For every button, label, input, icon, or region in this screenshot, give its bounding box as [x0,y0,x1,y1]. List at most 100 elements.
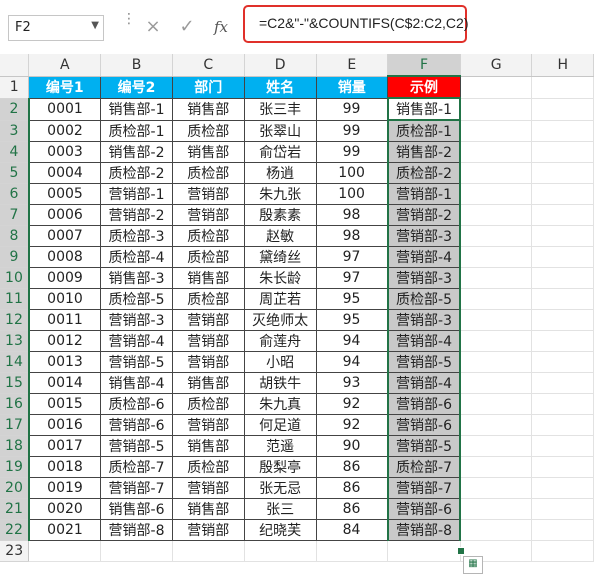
empty-cell[interactable] [460,288,533,310]
data-cell[interactable]: 营销部-6 [100,414,173,436]
empty-cell[interactable] [531,225,594,247]
data-cell[interactable]: 93 [315,372,389,394]
data-cell[interactable]: 销售部 [171,372,245,394]
data-cell[interactable]: 94 [315,330,389,352]
header-cell[interactable]: 姓名 [243,75,317,99]
data-cell[interactable]: 84 [315,519,389,541]
data-cell[interactable]: 质检部 [171,456,245,478]
data-cell[interactable]: 0008 [28,246,102,268]
empty-cell[interactable] [100,540,173,562]
formula-input[interactable]: =C2&"-"&COUNTIFS(C$2:C2,C2) [243,5,468,43]
data-cell[interactable]: 赵敏 [243,225,317,247]
data-cell[interactable]: 97 [315,246,389,268]
empty-cell[interactable] [531,183,594,205]
data-cell[interactable]: 90 [315,435,389,457]
empty-cell[interactable] [460,204,533,226]
header-cell[interactable]: 编号1 [28,75,102,99]
data-cell[interactable]: 100 [315,162,389,184]
data-cell[interactable]: 0019 [28,477,102,499]
empty-cell[interactable] [28,540,102,562]
data-cell[interactable]: 0005 [28,183,102,205]
empty-cell[interactable] [460,267,533,289]
data-cell[interactable]: 95 [315,288,389,310]
empty-cell[interactable] [531,267,594,289]
empty-cell[interactable] [531,498,594,520]
data-cell[interactable]: 周芷若 [243,288,317,310]
formula-cell[interactable]: 营销部-1 [386,183,462,205]
formula-cell[interactable]: 营销部-3 [386,309,462,331]
row-header[interactable]: 9 [0,246,30,268]
formula-cell[interactable]: 营销部-7 [386,477,462,499]
formula-cell[interactable]: 营销部-3 [386,225,462,247]
empty-cell[interactable] [531,414,594,436]
formula-cell[interactable]: 营销部-6 [386,414,462,436]
data-cell[interactable]: 张三丰 [243,97,317,121]
enter-icon[interactable]: ✓ [172,14,202,40]
empty-cell[interactable] [531,435,594,457]
data-cell[interactable]: 92 [315,393,389,415]
data-cell[interactable]: 94 [315,351,389,373]
data-cell[interactable]: 朱九真 [243,393,317,415]
data-cell[interactable]: 质检部-4 [100,246,173,268]
fill-handle[interactable] [457,547,465,555]
row-header[interactable]: 17 [0,414,30,436]
name-box[interactable]: F2 ▼ [8,15,104,41]
formula-cell[interactable]: 质检部-5 [386,288,462,310]
data-cell[interactable]: 98 [315,204,389,226]
data-cell[interactable]: 销售部 [171,435,245,457]
header-cell[interactable]: 部门 [171,75,245,99]
row-header[interactable]: 12 [0,309,30,331]
data-cell[interactable]: 0015 [28,393,102,415]
data-cell[interactable]: 0002 [28,119,102,142]
column-header[interactable]: E [316,54,389,77]
data-cell[interactable]: 销售部-4 [100,372,173,394]
data-cell[interactable]: 殷梨亭 [243,456,317,478]
empty-cell[interactable] [460,414,533,436]
empty-cell[interactable] [387,540,461,562]
data-cell[interactable]: 营销部 [171,519,245,541]
data-cell[interactable]: 质检部 [171,393,245,415]
empty-cell[interactable] [531,76,594,99]
data-cell[interactable]: 97 [315,267,389,289]
data-cell[interactable]: 0006 [28,204,102,226]
formula-cell[interactable]: 营销部-2 [386,204,462,226]
chevron-down-icon[interactable]: ▼ [91,20,99,31]
data-cell[interactable]: 0007 [28,225,102,247]
data-cell[interactable]: 俞岱岩 [243,141,317,163]
empty-cell[interactable] [460,456,533,478]
data-cell[interactable]: 营销部 [171,414,245,436]
row-header[interactable]: 14 [0,351,30,373]
row-header[interactable]: 20 [0,477,30,499]
row-header[interactable]: 15 [0,372,30,394]
data-cell[interactable]: 0009 [28,267,102,289]
data-cell[interactable]: 99 [315,119,389,142]
empty-cell[interactable] [531,98,594,121]
row-header[interactable]: 11 [0,288,30,310]
formula-cell[interactable]: 销售部-1 [386,97,462,121]
data-cell[interactable]: 86 [315,498,389,520]
data-cell[interactable]: 营销部 [171,204,245,226]
data-cell[interactable]: 朱九张 [243,183,317,205]
empty-cell[interactable] [460,330,533,352]
data-cell[interactable]: 小昭 [243,351,317,373]
data-cell[interactable]: 99 [315,141,389,163]
data-cell[interactable]: 0011 [28,309,102,331]
cancel-icon[interactable]: × [138,14,168,40]
empty-cell[interactable] [460,498,533,520]
row-header[interactable]: 16 [0,393,30,415]
empty-cell[interactable] [531,288,594,310]
data-cell[interactable]: 0016 [28,414,102,436]
data-cell[interactable]: 范遥 [243,435,317,457]
row-header[interactable]: 4 [0,141,30,163]
column-header[interactable]: G [460,54,533,77]
data-cell[interactable]: 质检部 [171,246,245,268]
header-cell[interactable]: 示例 [387,75,461,99]
data-cell[interactable]: 100 [315,183,389,205]
data-cell[interactable]: 95 [315,309,389,331]
header-cell[interactable]: 销量 [315,75,389,99]
data-cell[interactable]: 质检部 [171,162,245,184]
formula-cell[interactable]: 营销部-8 [386,519,462,541]
data-cell[interactable]: 0014 [28,372,102,394]
row-header[interactable]: 21 [0,498,30,520]
data-cell[interactable]: 0001 [28,97,102,121]
